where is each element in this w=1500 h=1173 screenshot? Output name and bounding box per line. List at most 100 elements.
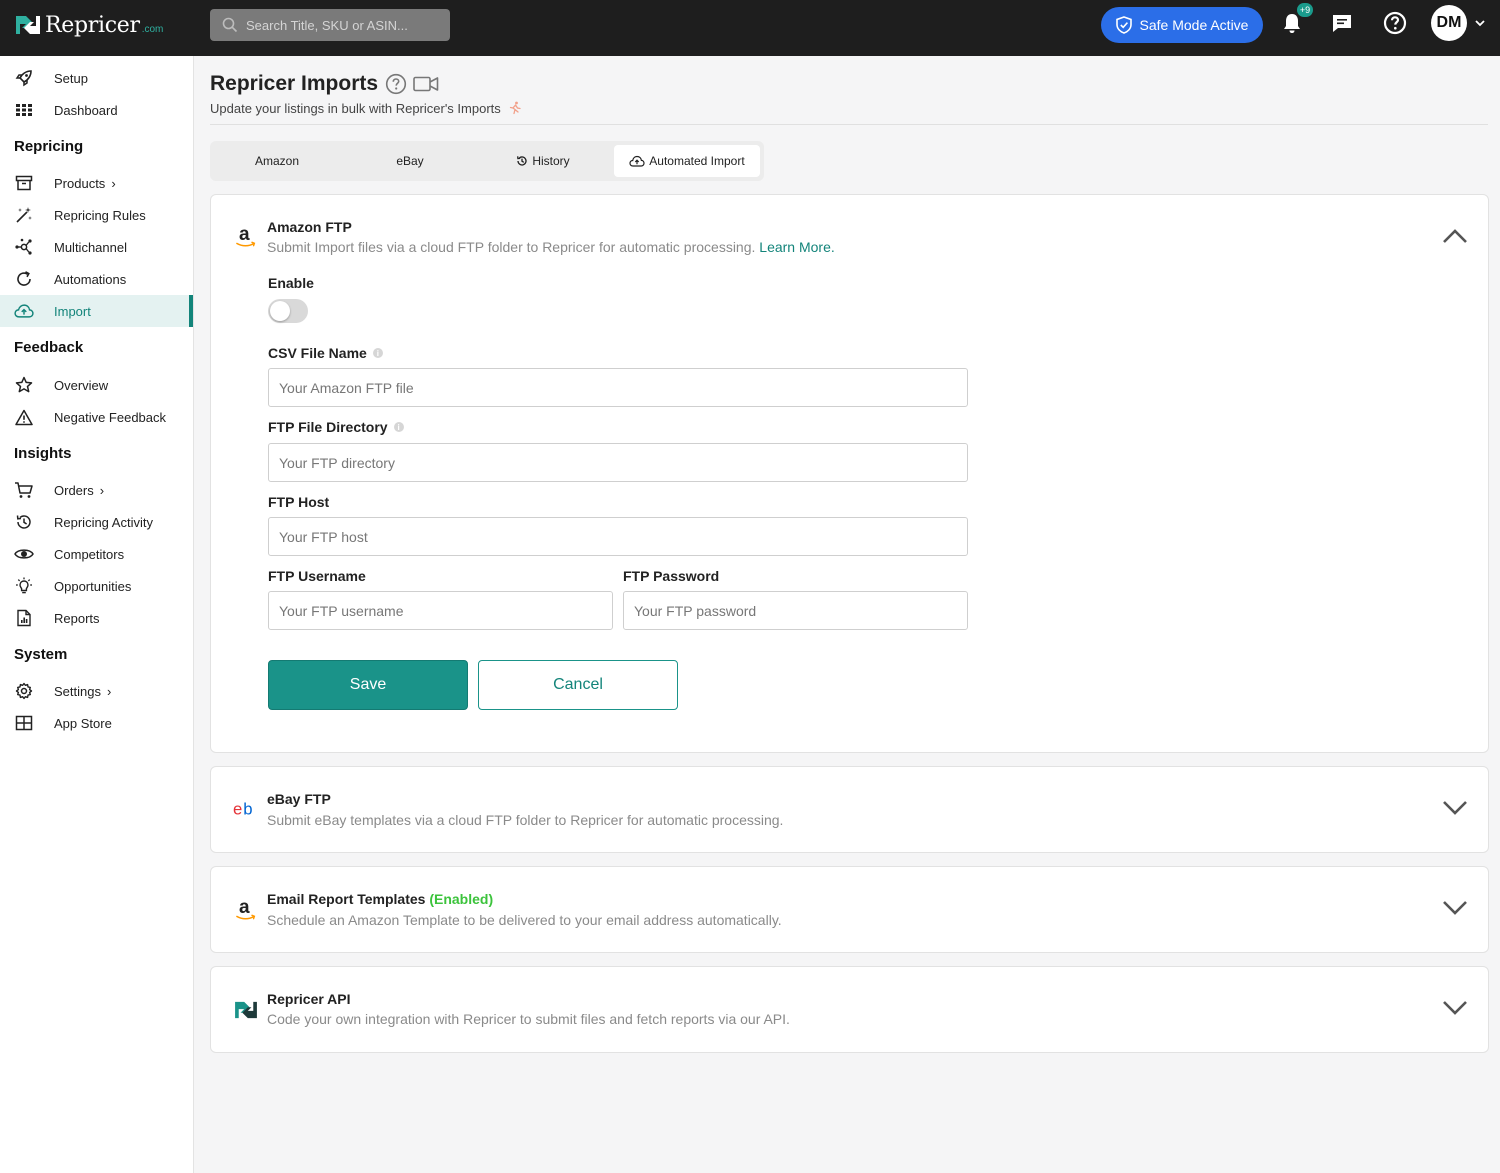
sidebar-section-insights: Insights [14,445,72,462]
amazon-ftp-title: Amazon FTP [267,219,352,235]
email-report-templates-title: Email Report Templates (Enabled) [267,891,493,907]
dashboard-grid-icon [14,101,34,119]
sidebar-item-repricing-activity[interactable]: Repricing Activity [0,506,193,538]
chevron-right-icon: › [99,482,105,498]
archive-box-icon [14,174,34,192]
enable-label: Enable [268,275,314,291]
tab-amazon[interactable]: Amazon [210,145,344,177]
info-icon[interactable]: i [372,348,383,358]
sidebar-item-overview[interactable]: Overview [0,369,193,401]
import-tabs: Amazon eBay History Automated Import [210,141,764,181]
csv-file-name-input[interactable] [268,368,968,407]
repricer-api-panel[interactable]: Repricer API Code your own integration w… [210,966,1489,1053]
search-box[interactable] [210,9,450,41]
ftp-file-directory-input[interactable] [268,443,968,482]
history-icon [517,156,527,166]
tab-history-label: History [532,154,570,168]
ftp-username-input[interactable] [268,591,613,630]
settings-label: Settings [54,683,101,699]
sidebar-section-feedback: Feedback [14,339,84,356]
app-grid-icon [14,714,34,732]
messages-button[interactable] [1329,10,1355,36]
sidebar-item-multichannel[interactable]: Multichannel [0,231,193,263]
enabled-status-badge: (Enabled) [429,891,494,907]
sidebar-item-app-store[interactable]: App Store [0,707,193,739]
sidebar-item-label: Orders › [54,483,104,498]
sidebar-item-setup[interactable]: Setup [0,62,193,94]
sidebar-item-opportunities[interactable]: Opportunities [0,570,193,602]
gear-icon [14,682,34,700]
sidebar-item-label: Repricing Rules [54,207,146,223]
sidebar-item-label: Repricing Activity [54,514,153,530]
chevron-down-icon[interactable] [1442,800,1468,816]
save-button[interactable]: Save [268,660,468,710]
user-avatar[interactable]: DM [1431,5,1467,41]
sidebar-item-label: Competitors [54,546,125,562]
info-icon[interactable]: i [393,422,404,432]
video-camera-icon[interactable] [413,75,439,93]
sidebar-item-import[interactable]: Import [0,295,193,327]
magic-wand-icon [14,206,34,224]
cloud-upload-icon [14,302,34,320]
sidebar-item-label: Import [54,303,91,319]
sidebar-item-automations[interactable]: Automations [0,263,193,295]
ftp-host-label: FTP Host [268,494,330,510]
svg-text:a: a [239,897,250,918]
sidebar-item-label: App Store [54,715,112,731]
message-icon [1333,15,1351,32]
ftp-host-input[interactable] [268,517,968,556]
toggle-knob [270,301,290,321]
page-title: Repricer Imports [210,72,379,95]
title-actions [385,73,439,95]
chevron-down-icon[interactable] [1474,17,1486,29]
rocket-icon [14,69,34,87]
search-input[interactable] [246,17,436,33]
tab-automated-import-label: Automated Import [649,154,745,168]
search-icon [222,17,238,33]
sidebar-item-label: Reports [54,610,100,626]
header-divider [210,124,1488,125]
ebay-logo-icon: e b [233,796,259,822]
sidebar-item-label: Multichannel [54,239,127,255]
tab-automated-import[interactable]: Automated Import [614,145,760,177]
sidebar-item-reports[interactable]: Reports [0,602,193,634]
tab-history[interactable]: History [476,145,610,177]
enable-toggle[interactable] [268,299,308,323]
safe-mode-button[interactable]: Safe Mode Active [1101,7,1263,43]
ftp-file-directory-label: FTP File Directory i [268,419,404,435]
sidebar-item-products[interactable]: Products › [0,167,193,199]
sidebar-item-label: Setup [54,70,88,86]
sidebar-item-settings[interactable]: Settings › [0,675,193,707]
sidebar-item-competitors[interactable]: Competitors [0,538,193,570]
sidebar-item-dashboard[interactable]: Dashboard [0,94,193,126]
tab-ebay[interactable]: eBay [343,145,477,177]
email-report-templates-description: Schedule an Amazon Template to be delive… [267,912,782,928]
ebay-ftp-description: Submit eBay templates via a cloud FTP fo… [267,812,784,828]
chevron-down-icon[interactable] [1442,1000,1468,1016]
chevron-down-icon[interactable] [1442,900,1468,916]
sidebar-item-orders[interactable]: Orders › [0,474,193,506]
history-icon [14,513,34,531]
network-icon [14,238,34,256]
sidebar-item-label: Automations [54,271,127,287]
sidebar-item-negative-feedback[interactable]: Negative Feedback [0,401,193,433]
sidebar-section-repricing: Repricing [14,138,84,155]
cancel-button[interactable]: Cancel [478,660,678,710]
email-report-templates-title-text: Email Report Templates [267,891,426,907]
repricer-api-description: Code your own integration with Repricer … [267,1011,790,1027]
chevron-up-icon[interactable] [1442,228,1468,244]
sidebar-item-label: Products › [54,176,116,191]
sidebar-item-repricing-rules[interactable]: Repricing Rules [0,199,193,231]
csv-file-name-label-text: CSV File Name [268,345,367,361]
sidebar-item-label: Negative Feedback [54,409,167,425]
ftp-password-input[interactable] [623,591,968,630]
email-report-templates-panel[interactable]: a Email Report Templates (Enabled) Sched… [210,866,1489,953]
ebay-ftp-panel[interactable]: e b eBay FTP Submit eBay templates via a… [210,766,1489,853]
repricer-logo[interactable]: Repricer .com [14,10,163,40]
learn-more-link[interactable]: Learn More. [759,239,834,255]
star-icon [14,376,34,394]
help-circle-icon[interactable] [385,73,407,95]
sidebar-item-label: Dashboard [54,102,118,118]
help-button[interactable] [1382,10,1408,36]
csv-file-name-label: CSV File Name i [268,345,383,361]
